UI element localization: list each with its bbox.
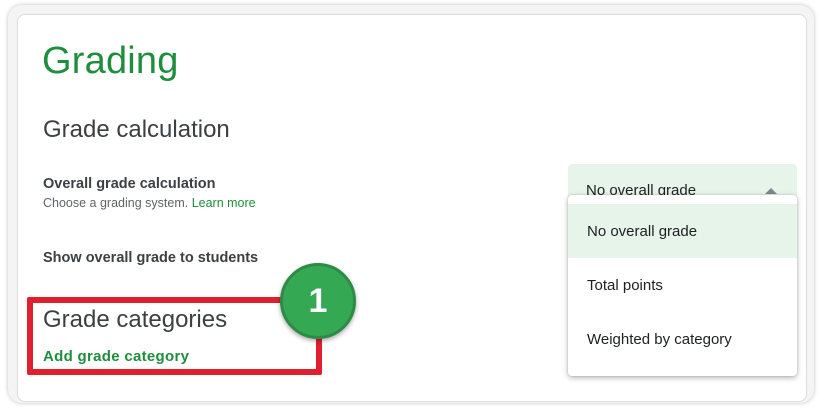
learn-more-link[interactable]: Learn more (192, 196, 256, 210)
grade-calculation-dropdown-menu: No overall grade Total points Weighted b… (568, 195, 797, 376)
option-weighted-by-category[interactable]: Weighted by category (568, 312, 797, 366)
page-title: Grading (42, 40, 179, 82)
chevron-up-icon (765, 188, 777, 194)
grade-calculation-heading: Grade calculation (43, 116, 230, 143)
help-text: Choose a grading system. (43, 196, 189, 210)
overall-grade-calculation-help: Choose a grading system. Learn more (43, 196, 256, 210)
option-total-points[interactable]: Total points (568, 258, 797, 312)
step-badge: 1 (280, 263, 356, 339)
option-no-overall-grade[interactable]: No overall grade (568, 204, 797, 258)
highlight-box (27, 297, 322, 375)
overall-grade-calculation-label: Overall grade calculation (43, 176, 216, 192)
show-overall-grade-label: Show overall grade to students (43, 250, 259, 266)
